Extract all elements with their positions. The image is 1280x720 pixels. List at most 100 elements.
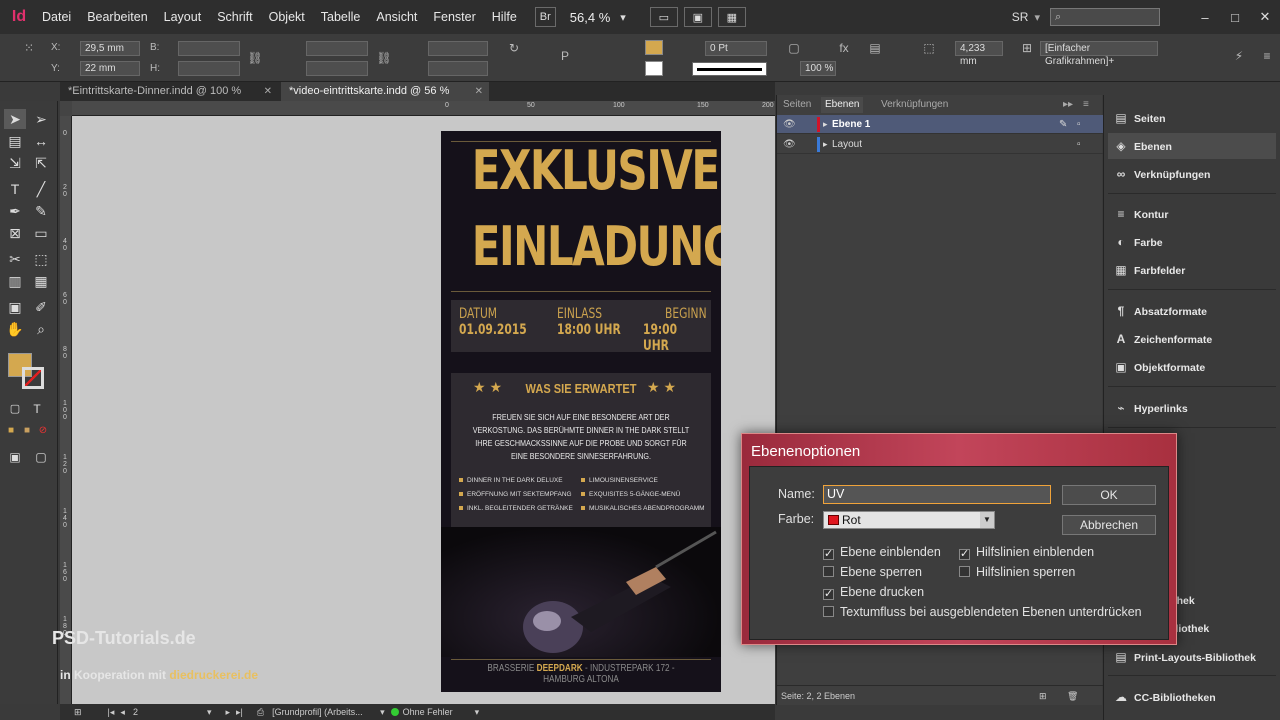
stroke-color-swatch[interactable] (22, 367, 44, 389)
pencil-tool-icon[interactable]: ✎ (30, 201, 52, 221)
height-field[interactable] (178, 61, 240, 76)
layer-selection-box[interactable]: ▫ (1077, 135, 1081, 154)
scale-x-field[interactable] (306, 41, 368, 56)
pasteboard[interactable]: EXKLUSIVE EINLADUNG DATUM 01.09.2015 EIN… (72, 116, 775, 704)
bridge-button[interactable]: Br (534, 7, 556, 27)
chevron-down-icon[interactable]: ▼ (980, 512, 994, 528)
content-collector-icon[interactable]: ⇲ (4, 153, 26, 173)
search-input[interactable]: ⌕ (1050, 8, 1160, 26)
gradient-tool-icon[interactable]: ▥ (4, 271, 26, 291)
show-layer-checkbox[interactable]: ✓ Ebene einblenden (823, 545, 941, 560)
close-icon[interactable]: ✕ (264, 82, 272, 101)
minimize-button[interactable]: – (1190, 7, 1220, 27)
y-field[interactable]: 22 mm (80, 61, 140, 76)
menu-bearbeiten[interactable]: Bearbeiten (87, 10, 147, 24)
new-layer-icon[interactable]: ⊞ (1039, 686, 1047, 706)
opacity-field[interactable]: 100 % (800, 61, 836, 76)
menu-ansicht[interactable]: Ansicht (376, 10, 417, 24)
stroke-style-icon[interactable]: ▢ (785, 40, 803, 56)
dock-zeichenformate[interactable]: A Zeichenformate (1108, 326, 1276, 352)
dock-absatzformate[interactable]: ¶ Absatzformate (1108, 298, 1276, 324)
menu-objekt[interactable]: Objekt (269, 10, 305, 24)
scale-y-field[interactable] (306, 61, 368, 76)
trash-icon[interactable]: 🗑 (1067, 686, 1078, 706)
print-layer-checkbox[interactable]: ✓ Ebene drucken (823, 585, 924, 600)
gap-tool-icon[interactable]: ↔ (30, 131, 52, 151)
menu-schrift[interactable]: Schrift (217, 10, 252, 24)
layer-color-select[interactable]: Rot ▼ (823, 511, 995, 529)
gradient-feather-tool-icon[interactable]: ▦ (30, 271, 52, 291)
stroke-weight-field[interactable]: 0 Pt (705, 41, 767, 56)
normal-view-icon[interactable]: ▣ (4, 447, 26, 467)
close-button[interactable]: ✕ (1250, 7, 1280, 27)
preview-mode-icon[interactable]: ▢ (30, 447, 52, 467)
ruler-origin[interactable] (60, 101, 72, 116)
rotation-field[interactable] (428, 41, 488, 56)
frame-icon[interactable]: P (556, 48, 574, 64)
maximize-button[interactable]: □ (1220, 7, 1250, 27)
menu-layout[interactable]: Layout (164, 10, 202, 24)
selection-tool-icon[interactable]: ➤ (4, 109, 26, 129)
checkbox-icon[interactable] (823, 566, 834, 577)
preflight-icon[interactable]: ⊞ (74, 707, 82, 718)
view-options-icon[interactable]: ▭ (649, 7, 678, 27)
width-field[interactable] (178, 41, 240, 56)
tab-eintrittskarte-dinner[interactable]: *Eintrittskarte-Dinner.indd @ 100 % ✕ (60, 82, 278, 101)
grid-icon[interactable]: ⊞ (1018, 40, 1036, 56)
layer-row[interactable]: 👁 ▸ Layout ▫ (777, 135, 1103, 154)
hand-tool-icon[interactable]: ✋ (4, 319, 26, 339)
dock-farbe[interactable]: ◐ Farbe (1108, 229, 1276, 255)
profile-dropdown-icon[interactable]: ▾ (380, 707, 385, 718)
menu-hilfe[interactable]: Hilfe (492, 10, 517, 24)
page-dropdown-icon[interactable]: ▾ (207, 707, 212, 718)
show-guides-checkbox[interactable]: ✓ Hilfslinien einblenden (959, 545, 1094, 560)
layer-selection-box[interactable]: ▫ (1077, 115, 1081, 134)
eye-icon[interactable]: 👁 (783, 115, 796, 134)
tab-video-eintrittskarte[interactable]: *video-eintrittskarte.indd @ 56 % ✕ (281, 82, 489, 101)
layer-row[interactable]: 👁 ▸ Ebene 1 ✎ ▫ (777, 115, 1103, 134)
dock-kontur[interactable]: ≡ Kontur (1108, 201, 1276, 227)
eyedropper-tool-icon[interactable]: ✐ (30, 297, 52, 317)
dock-ebenen[interactable]: ◈ Ebenen (1108, 133, 1276, 159)
shear-field[interactable] (428, 61, 488, 76)
layer-name-input[interactable]: UV (823, 485, 1051, 504)
reference-point-icon[interactable]: ⁙ (20, 40, 38, 56)
type-tool-icon[interactable]: T (4, 179, 26, 199)
reference-field[interactable]: 4,233 mm (955, 41, 1003, 67)
constrain-scale-icon[interactable]: ⛓ (375, 50, 393, 66)
lock-guides-checkbox[interactable]: Hilfslinien sperren (959, 565, 1075, 579)
last-page-icon[interactable]: ▸| (236, 707, 243, 718)
screen-mode-icon[interactable]: ▣ (683, 7, 712, 27)
zoom-tool-icon[interactable]: ⌕ (30, 319, 52, 339)
line-tool-icon[interactable]: ╱ (30, 179, 52, 199)
formatting-text-icon[interactable]: T (26, 399, 48, 419)
align-icon[interactable]: ▤ (866, 40, 884, 56)
ok-button[interactable]: OK (1062, 485, 1156, 505)
free-transform-tool-icon[interactable]: ⬚ (30, 249, 52, 269)
horizontal-ruler[interactable]: 0 50 100 150 200 (72, 101, 775, 116)
formatting-container-icon[interactable]: ▢ (4, 399, 26, 419)
rectangle-frame-tool-icon[interactable]: ⊠ (4, 223, 26, 243)
dock-hyperlinks[interactable]: ⌁ Hyperlinks (1108, 395, 1276, 421)
workspace-switcher[interactable]: SR (1012, 10, 1029, 24)
preflight-errors[interactable]: Ohne Fehler (403, 707, 475, 717)
note-tool-icon[interactable]: ▣ (4, 297, 26, 317)
direct-selection-tool-icon[interactable]: ➢ (30, 109, 52, 129)
scissors-tool-icon[interactable]: ✂ (4, 249, 26, 269)
dock-objektformate[interactable]: ▣ Objektformate (1108, 354, 1276, 380)
rotate-icon[interactable]: ↻ (505, 40, 523, 56)
panel-menu-icon[interactable]: ≡ (1258, 48, 1276, 64)
vertical-ruler[interactable]: 0 2 0 4 0 6 0 8 0 1 0 0 1 2 0 1 4 0 1 6 … (60, 116, 72, 704)
dock-print-layouts[interactable]: ▤ Print-Layouts-Bibliothek (1108, 644, 1276, 670)
suppress-textwrap-checkbox[interactable]: Textumfluss bei ausgeblendeten Ebenen un… (823, 605, 1142, 619)
close-icon[interactable]: ✕ (475, 82, 483, 101)
checkbox-icon[interactable]: ✓ (823, 589, 834, 600)
constrain-proportions-icon[interactable]: ⛓ (246, 50, 264, 66)
expand-triangle-icon[interactable]: ▸ (823, 115, 828, 134)
apply-none-icon[interactable]: ⊘ (32, 421, 54, 441)
checkbox-icon[interactable]: ✓ (823, 549, 834, 560)
content-placer-icon[interactable]: ⇱ (30, 153, 52, 173)
menu-fenster[interactable]: Fenster (433, 10, 475, 24)
next-page-icon[interactable]: ▸ (225, 707, 230, 718)
checkbox-icon[interactable]: ✓ (959, 549, 970, 560)
